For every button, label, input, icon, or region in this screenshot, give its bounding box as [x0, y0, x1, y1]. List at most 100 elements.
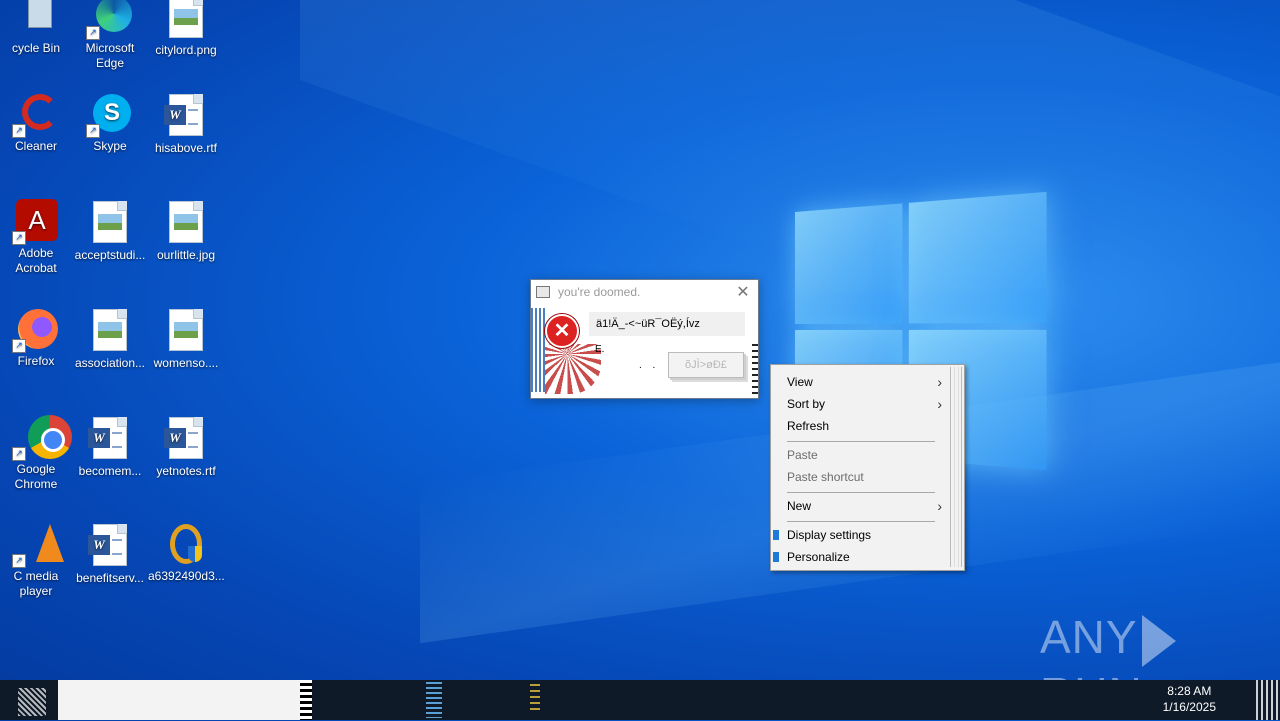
adobe-acrobat-icon: A ↗: [12, 199, 58, 245]
icon-label: cycle Bin: [11, 41, 61, 55]
play-icon: [1141, 614, 1176, 667]
image-file-icon: [88, 309, 132, 353]
glitch-artifact: [531, 308, 545, 392]
menu-item-new[interactable]: New ›: [772, 495, 948, 517]
vlc-icon: ↗: [12, 522, 64, 568]
taskbar-clock[interactable]: 8:28 AM 1/16/2025: [1163, 683, 1216, 715]
desktop-icon-hisabove[interactable]: W hisabove.rtf: [148, 92, 224, 156]
image-file-icon: [88, 201, 132, 245]
chrome-icon: ↗: [12, 415, 72, 461]
desktop-icon-recycle-bin[interactable]: cycle Bin: [0, 0, 74, 56]
image-file-icon: [164, 309, 208, 353]
desktop-icon-microsoft-edge[interactable]: ↗ Microsoft Edge: [72, 0, 148, 71]
chevron-right-icon: ›: [937, 374, 942, 390]
dialog-dots: . .: [639, 360, 660, 371]
window-app-icon: [536, 286, 550, 298]
icon-label: acceptstudi...: [74, 248, 146, 262]
firefox-icon: ↗: [12, 307, 58, 353]
desktop-icon-firefox[interactable]: ↗ Firefox: [0, 307, 74, 369]
desktop-icon-association[interactable]: association...: [72, 307, 148, 371]
desktop-icon-womenso[interactable]: womenso....: [148, 307, 224, 371]
edge-icon: ↗: [86, 0, 132, 40]
ccleaner-icon: ↗: [12, 92, 58, 138]
menu-item-label: Display settings: [787, 528, 872, 542]
icon-label: a6392490d3...: [148, 569, 225, 583]
icon-label: ourlittle.jpg: [156, 248, 216, 262]
chevron-right-icon: ›: [937, 498, 942, 514]
watermark-text-left: ANY: [1040, 611, 1138, 663]
desktop-icon-citylord[interactable]: citylord.png: [148, 0, 224, 58]
glitch-artifact: [300, 680, 312, 720]
menu-item-paste-shortcut[interactable]: Paste shortcut: [772, 466, 948, 488]
show-desktop-button[interactable]: [1256, 680, 1280, 720]
word-document-icon: W: [164, 417, 208, 461]
glitch-artifact: [752, 344, 758, 394]
dialog-subtext: E.: [595, 344, 605, 355]
icon-label: benefitserv...: [76, 571, 144, 585]
icon-label: becomem...: [78, 464, 142, 478]
start-button[interactable]: [18, 688, 46, 716]
icon-label: Microsoft Edge: [85, 41, 135, 70]
desktop-icon-skype[interactable]: S ↗ Skype: [72, 92, 148, 154]
menu-item-refresh[interactable]: Refresh: [772, 415, 948, 437]
icon-label: Google Chrome: [14, 462, 58, 491]
menu-item-label: New: [787, 499, 812, 513]
desktop-icon-yetnotes[interactable]: W yetnotes.rtf: [148, 415, 224, 479]
taskbar[interactable]: 8:28 AM 1/16/2025: [0, 680, 1280, 720]
icon-label: Cleaner: [14, 139, 58, 153]
menu-item-display-settings[interactable]: Display settings: [772, 524, 948, 546]
clock-date: 1/16/2025: [1162, 700, 1216, 714]
menu-separator: [787, 441, 935, 442]
menu-item-label: View: [787, 375, 813, 389]
dialog-ok-button[interactable]: õJÌ>øÐ£: [668, 352, 744, 378]
menu-separator: [787, 492, 935, 493]
image-file-icon: [164, 201, 208, 245]
icon-label: hisabove.rtf: [154, 141, 218, 155]
glitch-artifact: [58, 680, 308, 720]
icon-label: yetnotes.rtf: [156, 464, 216, 478]
desktop-icon-vlc[interactable]: ↗ C media player: [0, 522, 74, 599]
desktop-icon-adobe-acrobat[interactable]: A ↗ Adobe Acrobat: [0, 199, 74, 276]
desktop-icon-ourlittle[interactable]: ourlittle.jpg: [148, 199, 224, 263]
display-settings-icon: [773, 530, 779, 540]
menu-item-personalize[interactable]: Personalize: [772, 546, 948, 568]
dialog-message: ä1!Ä_-<~üR¯OËý,Ívz: [596, 318, 700, 330]
dialog-body: ✕ ä1!Ä_-<~üR¯OËý,Ívz E. . . õJÌ>øÐ£: [531, 304, 758, 396]
icon-label: association...: [74, 356, 146, 370]
close-button[interactable]: ✕: [728, 282, 758, 302]
menu-separator: [787, 521, 935, 522]
desktop-icon-ccleaner[interactable]: ↗ Cleaner: [0, 92, 74, 154]
error-dialog[interactable]: you're doomed. ✕ ✕ ä1!Ä_-<~üR¯OËý,Ívz E.…: [530, 279, 759, 399]
dialog-titlebar[interactable]: you're doomed. ✕: [531, 280, 758, 304]
desktop-icon-a6392490d3[interactable]: a6392490d3...: [148, 522, 225, 584]
glitch-artifact: [426, 682, 442, 718]
recycle-bin-icon: [14, 0, 58, 38]
menu-item-label: Refresh: [787, 419, 830, 433]
desktop-icon-becomem[interactable]: W becomem...: [72, 415, 148, 479]
icon-label: C media player: [13, 569, 59, 598]
desktop-icon-acceptstudi[interactable]: acceptstudi...: [72, 199, 148, 263]
menu-item-label: Personalize: [787, 550, 850, 564]
desktop-context-menu[interactable]: View › Sort by › Refresh Paste Paste sho…: [770, 364, 965, 571]
personalize-icon: [773, 552, 779, 562]
word-document-icon: W: [88, 417, 132, 461]
icon-label: Skype: [93, 139, 127, 153]
glitch-artifact: [530, 684, 540, 714]
icon-label: citylord.png: [155, 43, 217, 57]
desktop-icon-google-chrome[interactable]: ↗ Google Chrome: [0, 415, 74, 492]
icon-label: womenso....: [153, 356, 219, 370]
menu-item-label: Paste shortcut: [787, 470, 864, 484]
error-icon: ✕: [545, 314, 579, 348]
word-document-icon: W: [164, 94, 208, 138]
chevron-right-icon: ›: [937, 396, 942, 412]
executable-shield-icon: [164, 522, 208, 566]
desktop-icon-benefitserv[interactable]: W benefitserv...: [72, 522, 148, 586]
glitch-artifact: [545, 344, 601, 394]
icon-label: Firefox: [17, 354, 55, 368]
menu-item-paste[interactable]: Paste: [772, 444, 948, 466]
menu-item-view[interactable]: View ›: [772, 371, 948, 393]
menu-item-label: Sort by: [787, 397, 826, 411]
glitch-artifact: [950, 367, 962, 567]
menu-item-sort-by[interactable]: Sort by ›: [772, 393, 948, 415]
skype-icon: S ↗: [86, 92, 132, 138]
